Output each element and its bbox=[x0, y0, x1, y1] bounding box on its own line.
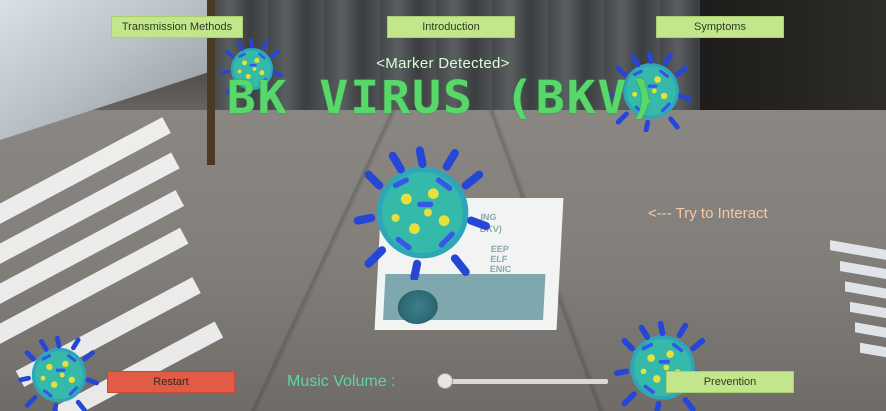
marker-status: <Marker Detected> bbox=[376, 55, 510, 72]
virus-title: BK VIRUS (BKV) bbox=[226, 71, 660, 125]
music-volume-label: Music Volume : bbox=[287, 373, 396, 390]
music-volume-slider[interactable] bbox=[437, 373, 608, 389]
volume-slider-handle[interactable] bbox=[437, 373, 453, 389]
restart-button[interactable]: Restart bbox=[107, 371, 235, 393]
ar-camera-view: ING BKV) EEP ELF ENIC Transmission Metho… bbox=[0, 0, 886, 411]
virus-model-icon[interactable] bbox=[595, 320, 730, 411]
prevention-button[interactable]: Prevention bbox=[666, 371, 794, 393]
symptoms-button[interactable]: Symptoms bbox=[656, 16, 784, 38]
transmission-methods-button[interactable]: Transmission Methods bbox=[111, 16, 243, 38]
virus-model-main-icon[interactable] bbox=[350, 145, 495, 280]
introduction-button[interactable]: Introduction bbox=[387, 16, 515, 38]
virus-model-icon[interactable] bbox=[0, 335, 118, 411]
interact-hint: <--- Try to Interact bbox=[648, 205, 768, 222]
